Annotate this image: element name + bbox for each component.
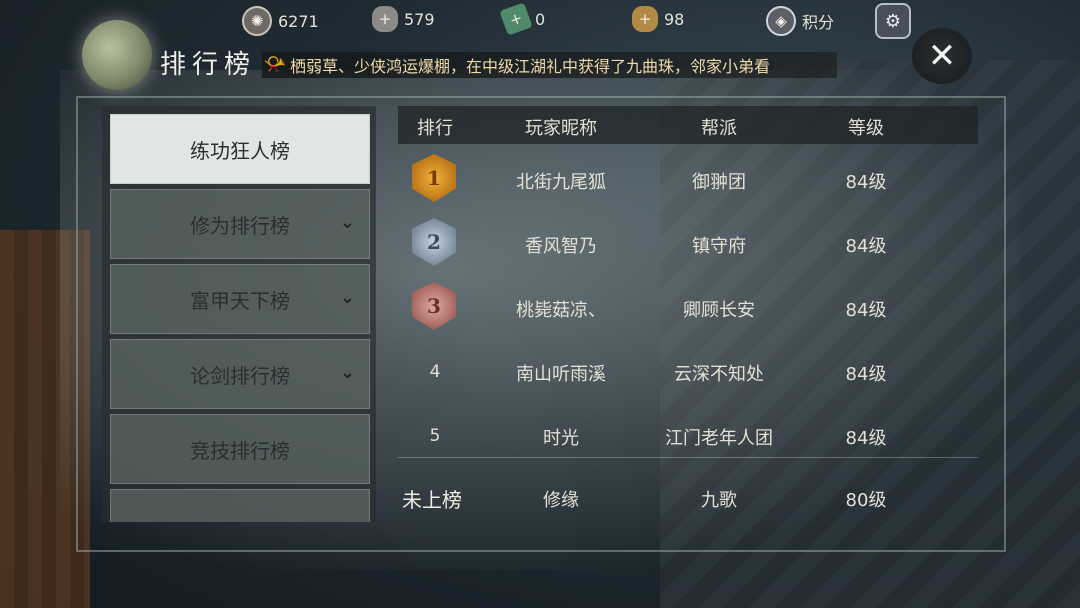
player-level: 84级 [845, 428, 887, 449]
player-name: 香风智乃 [525, 236, 597, 257]
player-name: 时光 [543, 428, 579, 449]
category-training[interactable]: 练功狂人榜 [110, 114, 370, 184]
table-header: 排行 玩家昵称 帮派 等级 [398, 106, 978, 144]
horn-icon: 📯 [263, 54, 287, 75]
header-level: 等级 [848, 118, 884, 139]
category-label: 富甲天下榜 [190, 288, 290, 313]
self-rank-row: 未上榜 修缘 九歌 80级 [398, 464, 978, 528]
guild-name: 卿顾长安 [683, 300, 755, 321]
silver-medal-icon: 2 [412, 218, 456, 266]
table-row[interactable]: 2 香风智乃 镇守府 84级 [398, 210, 978, 274]
category-label: 修为排行榜 [190, 213, 290, 238]
table-row[interactable]: 4 南山听雨溪 云深不知处 84级 [398, 338, 978, 402]
moon-emblem [82, 20, 152, 90]
score-resource[interactable]: ◈ 积分 [766, 6, 834, 36]
guild-name: 江门老年人团 [665, 428, 773, 449]
self-rank: 未上榜 [402, 488, 462, 512]
header-guild: 帮派 [701, 118, 737, 139]
ingot-resource[interactable]: + 579 [372, 6, 435, 32]
header-rank: 排行 [417, 118, 453, 139]
player-name: 桃毙菇凉、 [516, 300, 606, 321]
ingot-count: 579 [404, 9, 435, 29]
category-cultivation[interactable]: 修为排行榜 ⌄ [110, 189, 370, 259]
close-button[interactable]: ✕ [912, 28, 972, 84]
shield-score-icon: ◈ [766, 6, 796, 36]
page-title: 排行榜 [160, 50, 257, 80]
category-more[interactable] [110, 489, 370, 522]
film-coin-icon: ✺ [242, 6, 272, 36]
coin-resource[interactable]: ✺ 6271 [242, 6, 319, 36]
category-label: 练功狂人榜 [190, 138, 290, 163]
gold-count: 98 [664, 9, 685, 29]
chevron-down-icon: ⌄ [339, 362, 355, 383]
player-level: 84级 [845, 300, 887, 321]
score-label: 积分 [802, 13, 835, 32]
bronze-medal-icon: 3 [412, 282, 456, 330]
table-row[interactable]: 3 桃毙菇凉、 卿顾长安 84级 [398, 274, 978, 338]
ticket-plus-icon: + [499, 2, 533, 36]
category-arena[interactable]: 竞技排行榜 [110, 414, 370, 484]
guild-name: 云深不知处 [674, 364, 764, 385]
ticket-count: 0 [535, 9, 546, 29]
player-level: 84级 [845, 172, 887, 193]
chevron-down-icon: ⌄ [339, 212, 355, 233]
guild-name: 御翀团 [692, 172, 746, 193]
coin-count: 6271 [278, 11, 319, 31]
resource-bar: ✺ 6271 + 579 + 0 + 98 ◈ 积分 ⚙ [0, 0, 1080, 39]
header-name: 玩家昵称 [525, 118, 597, 139]
self-guild: 九歌 [701, 490, 737, 511]
self-name: 修缘 [543, 490, 579, 511]
player-name: 南山听雨溪 [516, 364, 606, 385]
gold-ingot-plus-icon: + [632, 6, 658, 32]
ticker-message: 栖弱草、少侠鸿运爆棚，在中级江湖礼中获得了九曲珠，邻家小弟看 [290, 57, 771, 76]
player-level: 84级 [845, 236, 887, 257]
close-icon: ✕ [927, 36, 957, 76]
chevron-down-icon: ⌄ [339, 287, 355, 308]
player-name: 北街九尾狐 [516, 172, 606, 193]
ticket-resource[interactable]: + 0 [499, 2, 546, 36]
divider [398, 457, 978, 458]
category-label: 竞技排行榜 [190, 438, 290, 463]
announcement-ticker: 📯 栖弱草、少侠鸿运爆棚，在中级江湖礼中获得了九曲珠，邻家小弟看 [262, 52, 837, 78]
ranking-table: 排行 玩家昵称 帮派 等级 1 北街九尾狐 御翀团 84级 2 香风智乃 镇守府… [398, 106, 978, 522]
rank-number: 5 [429, 426, 441, 446]
gold-medal-icon: 1 [412, 154, 456, 202]
guild-name: 镇守府 [692, 236, 746, 257]
category-label: 论剑排行榜 [190, 363, 290, 388]
table-row[interactable]: 1 北街九尾狐 御翀团 84级 [398, 146, 978, 210]
self-level: 80级 [845, 490, 887, 511]
ranking-category-list: 练功狂人榜 修为排行榜 ⌄ 富甲天下榜 ⌄ 论剑排行榜 ⌄ 竞技排行榜 [102, 106, 376, 522]
rank-number: 4 [429, 362, 441, 382]
category-swordplay[interactable]: 论剑排行榜 ⌄ [110, 339, 370, 409]
silver-ingot-plus-icon: + [372, 6, 398, 32]
gold-resource[interactable]: + 98 [632, 6, 684, 32]
gear-icon[interactable]: ⚙ [875, 3, 911, 39]
player-level: 84级 [845, 364, 887, 385]
category-wealth[interactable]: 富甲天下榜 ⌄ [110, 264, 370, 334]
